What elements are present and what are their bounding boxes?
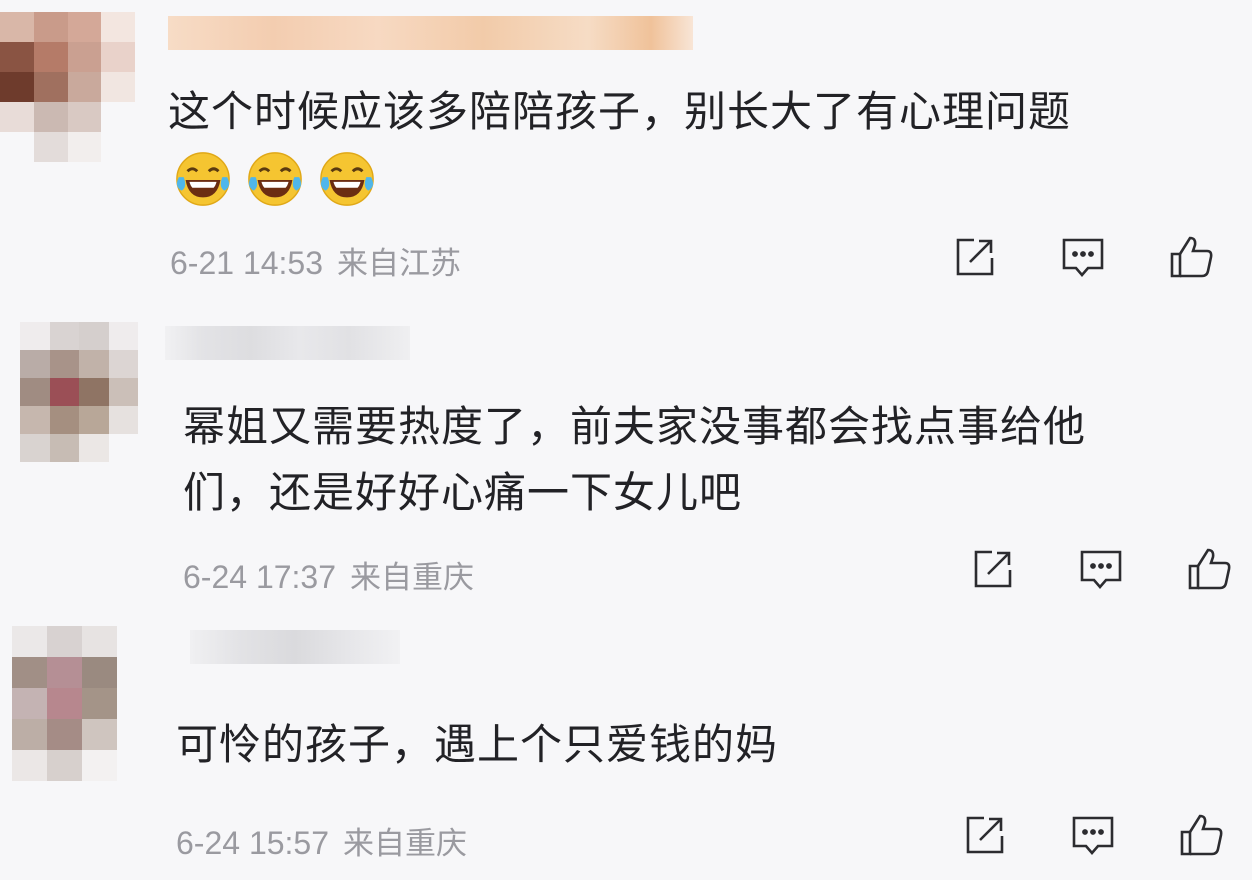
share-icon[interactable] [968,544,1018,594]
comment-location: 来自重庆 [343,826,468,862]
username-blurred[interactable] [168,16,693,50]
reply-icon[interactable] [1058,232,1108,282]
share-icon[interactable] [960,810,1010,860]
comment-date: 6-24 17:37 [183,559,337,595]
comment-actions [960,810,1226,860]
comment-actions [950,232,1216,282]
avatar[interactable] [12,626,117,781]
comment-location: 来自江苏 [337,246,462,282]
like-icon[interactable] [1176,810,1226,860]
like-icon[interactable] [1184,544,1234,594]
avatar[interactable] [0,12,135,162]
emoji-row [174,150,376,208]
comment-text: 可怜的孩子，遇上个只爱钱的妈 [176,720,779,769]
laugh-cry-emoji [248,152,302,206]
comment-actions [968,544,1234,594]
reply-icon[interactable] [1068,810,1118,860]
comment-item: 这个时候应该多陪陪孩子，别长大了有心理问题 6-21 14:53 来自江苏 [0,0,1252,290]
avatar[interactable] [20,322,138,462]
share-icon[interactable] [950,232,1000,282]
comment-meta: 6-21 14:53 来自江苏 [170,238,461,283]
comment-date: 6-21 14:53 [170,245,324,281]
comment-text: 这个时候应该多陪陪孩子，别长大了有心理问题 [168,87,1072,136]
comment-item: 幂姐又需要热度了，前夫家没事都会找点事给他 们，还是好好心痛一下女儿吧 6-24… [0,300,1252,610]
reply-icon[interactable] [1076,544,1126,594]
username-blurred[interactable] [190,630,400,664]
laugh-cry-emoji [320,152,374,206]
comment-feed: { "comments": [ { "text_lines": ["这个时候应该… [0,0,1252,880]
comment-meta: 6-24 15:57 来自重庆 [176,818,467,863]
comment-location: 来自重庆 [350,560,475,596]
like-icon[interactable] [1166,232,1216,282]
comment-item: 可怜的孩子，遇上个只爱钱的妈 6-24 15:57 来自重庆 [0,612,1252,880]
comment-date: 6-24 15:57 [176,825,330,861]
laugh-cry-emoji [176,152,230,206]
username-blurred[interactable] [165,326,410,360]
comment-meta: 6-24 17:37 来自重庆 [183,552,474,597]
comment-text: 幂姐又需要热度了，前夫家没事都会找点事给他 们，还是好好心痛一下女儿吧 [183,402,1087,517]
